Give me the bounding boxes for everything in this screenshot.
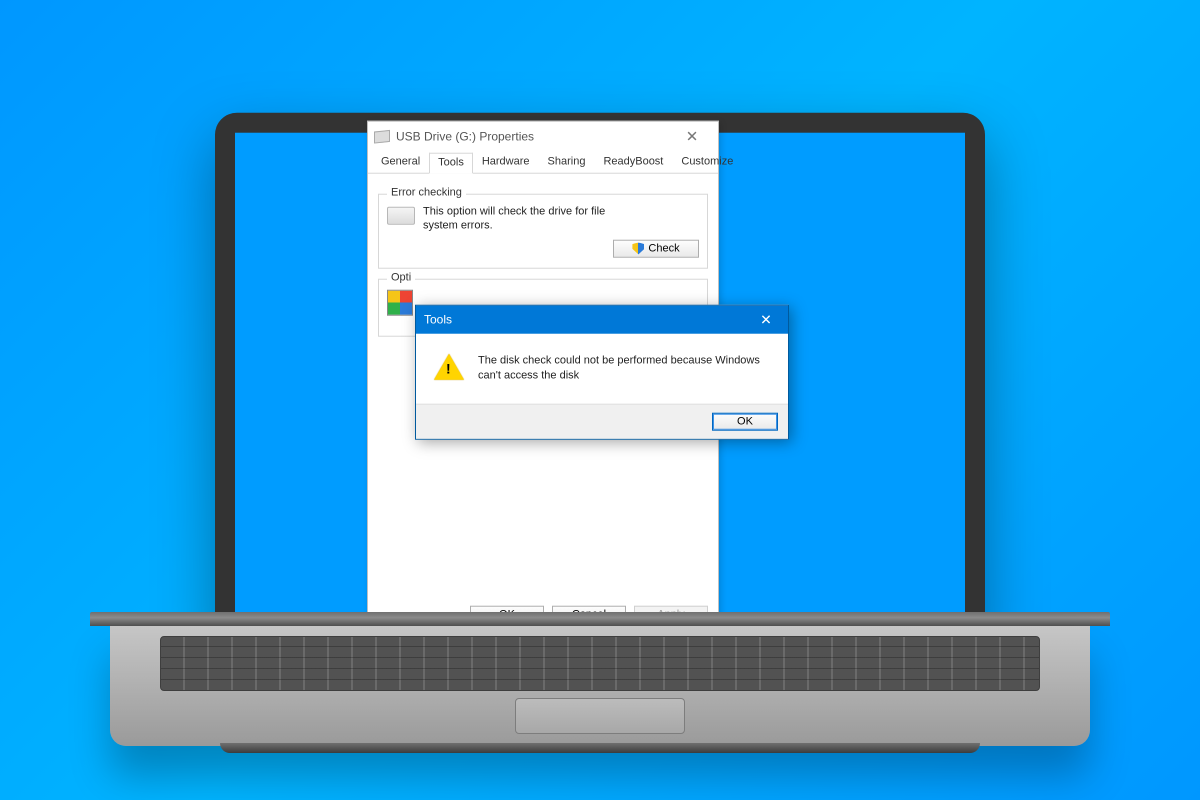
ok-button[interactable]: OK xyxy=(470,606,544,624)
shield-icon xyxy=(632,242,644,254)
properties-titlebar[interactable]: USB Drive (G:) Properties ✕ xyxy=(368,122,718,152)
defrag-icon xyxy=(387,289,413,315)
apply-button: Apply xyxy=(634,606,708,624)
tab-tools[interactable]: Tools xyxy=(429,153,473,174)
cancel-button[interactable]: Cancel xyxy=(552,606,626,624)
error-title: Tools xyxy=(416,313,744,327)
error-message: The disk check could not be performed be… xyxy=(478,352,774,384)
drive-title-icon xyxy=(374,130,390,144)
check-button[interactable]: Check xyxy=(613,239,699,257)
trackpad xyxy=(515,698,685,734)
properties-title: USB Drive (G:) Properties xyxy=(396,130,672,144)
properties-tabs: General Tools Hardware Sharing ReadyBoos… xyxy=(368,152,718,174)
laptop-mockup: USB Drive (G:) Properties ✕ General Tool… xyxy=(215,113,985,645)
error-titlebar[interactable]: Tools ✕ xyxy=(416,306,788,334)
tab-customize[interactable]: Customize xyxy=(672,152,742,173)
group-error-checking: Error checking This option will check th… xyxy=(378,194,708,269)
drive-icon xyxy=(387,207,415,225)
group-error-checking-legend: Error checking xyxy=(387,187,466,199)
group-optimize-legend: Opti xyxy=(387,271,415,283)
desktop-screen: USB Drive (G:) Properties ✕ General Tool… xyxy=(235,133,965,625)
check-button-label: Check xyxy=(648,242,679,254)
properties-footer: OK Cancel Apply xyxy=(368,595,718,635)
warning-icon xyxy=(434,354,464,380)
error-footer: OK xyxy=(416,403,788,438)
close-icon[interactable]: ✕ xyxy=(672,124,712,150)
error-body: The disk check could not be performed be… xyxy=(416,334,788,404)
error-ok-button[interactable]: OK xyxy=(712,412,778,430)
tab-readyboost[interactable]: ReadyBoost xyxy=(594,152,672,173)
error-dialog: Tools ✕ The disk check could not be perf… xyxy=(415,305,789,440)
tab-hardware[interactable]: Hardware xyxy=(473,152,539,173)
tab-sharing[interactable]: Sharing xyxy=(539,152,595,173)
screen-bezel: USB Drive (G:) Properties ✕ General Tool… xyxy=(215,113,985,645)
error-close-icon[interactable]: ✕ xyxy=(744,306,788,334)
error-checking-text: This option will check the drive for fil… xyxy=(423,205,643,234)
laptop-bottom-lip xyxy=(220,743,980,753)
tab-general[interactable]: General xyxy=(372,152,429,173)
